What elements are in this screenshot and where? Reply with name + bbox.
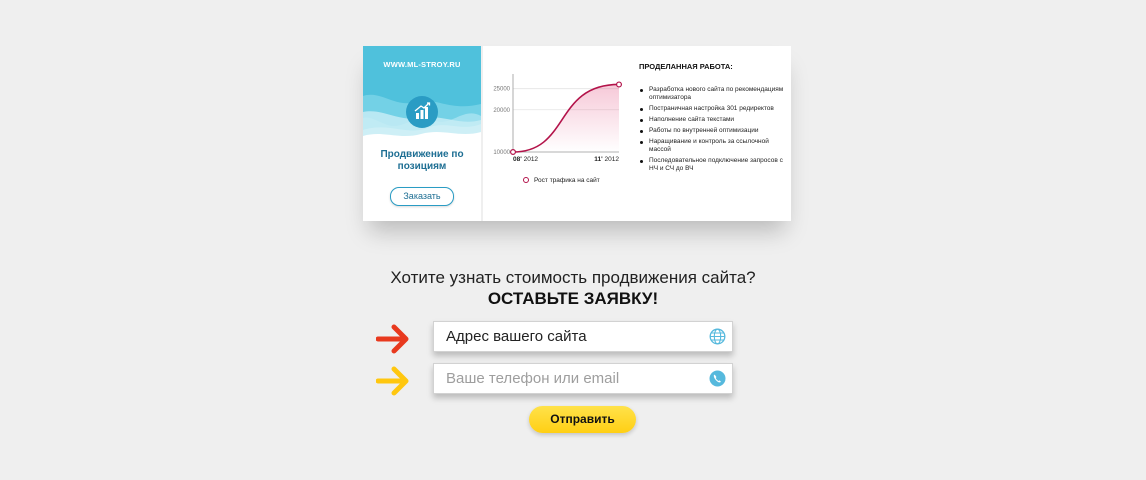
- contact-field-box: [433, 363, 733, 394]
- x-tick-label: 08' 2012: [513, 156, 538, 163]
- work-title: ПРОДЕЛАННАЯ РАБОТА:: [639, 62, 733, 71]
- legend-label: Рост трафика на сайт: [534, 177, 600, 184]
- form-cta: ОСТАВЬТЕ ЗАЯВКУ!: [487, 289, 659, 308]
- promo-card: WWW.ML-STROY.RU Продвижение по позициям …: [363, 46, 481, 221]
- work-item: Наращивание и контроль за ссылочной масс…: [639, 138, 789, 154]
- order-button[interactable]: Заказать: [390, 187, 454, 206]
- x-tick-label: 11' 2012: [594, 156, 619, 163]
- work-item: Наполнение сайта текстами: [639, 116, 789, 124]
- work-item: Разработка нового сайта по рекомендациям…: [639, 86, 789, 102]
- globe-icon: [709, 328, 726, 345]
- case-panel: WWW.ML-STROY.RU Продвижение по позициям …: [363, 46, 791, 221]
- data-point: [510, 148, 517, 155]
- work-item: Последовательное подключение запросов с …: [639, 157, 789, 173]
- promo-title: Продвижение по позициям: [380, 149, 464, 172]
- submit-button[interactable]: Отправить: [529, 406, 636, 433]
- series-area: [513, 84, 619, 152]
- y-tick-label: 25000: [493, 87, 510, 93]
- work-item: Постраничная настройка 301 редиректов: [639, 105, 789, 113]
- bar-chart-icon: [406, 96, 438, 128]
- phone-icon: [709, 370, 726, 387]
- y-tick-label: 20000: [493, 108, 510, 114]
- yellow-arrow-icon: [376, 366, 409, 396]
- site-field-box: [433, 321, 733, 352]
- site-url: WWW.ML-STROY.RU: [383, 60, 461, 69]
- work-item: Работы по внутренней оптимизации: [639, 127, 789, 135]
- form-question: Хотите узнать стоимость продвижения сайт…: [390, 268, 756, 287]
- chart-legend: Рост трафика на сайт: [523, 177, 600, 184]
- legend-marker: [523, 177, 529, 183]
- contact-input[interactable]: [434, 364, 711, 393]
- y-tick-label: 10000: [493, 150, 510, 156]
- work-list: Разработка нового сайта по рекомендациям…: [639, 86, 789, 176]
- red-arrow-icon: [376, 324, 409, 354]
- results-card: 10000 20000 25000 08' 2012 11' 2012 Рост тра…: [483, 46, 791, 221]
- data-point: [616, 81, 623, 88]
- traffic-chart: 10000 20000 25000 08' 2012 11' 2012: [493, 74, 623, 163]
- site-url-input[interactable]: [434, 322, 711, 351]
